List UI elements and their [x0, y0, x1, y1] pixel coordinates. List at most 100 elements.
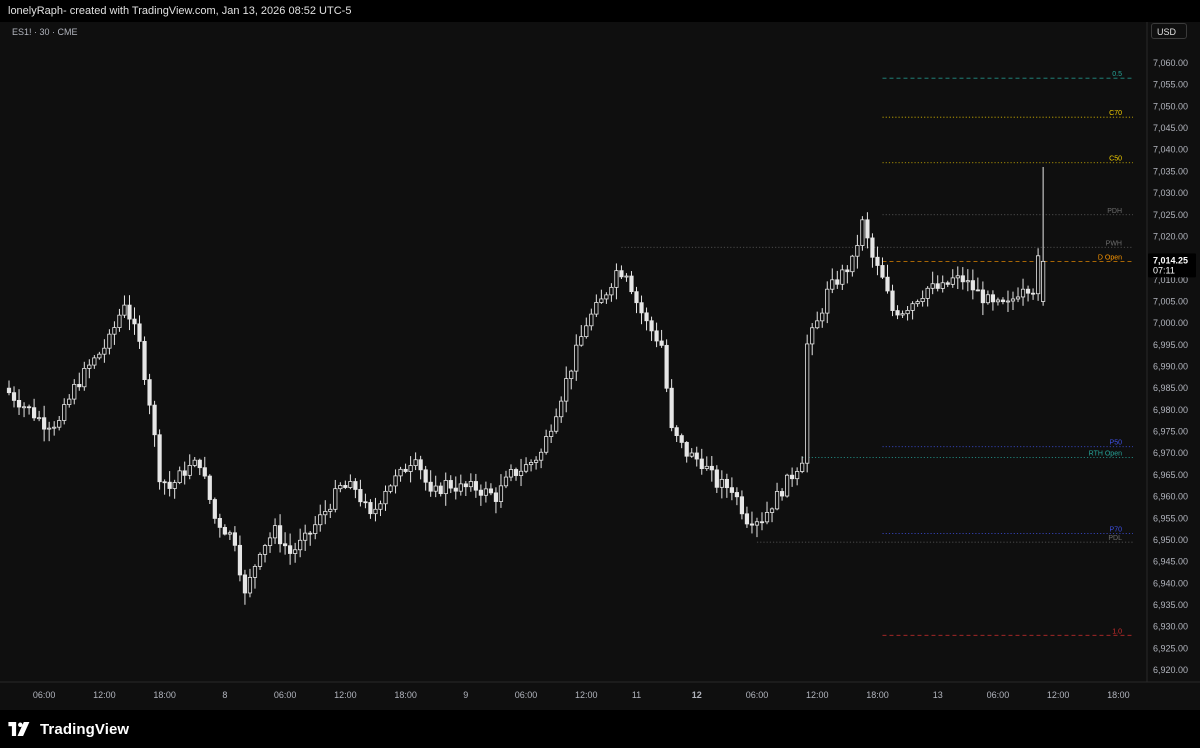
candle	[503, 470, 509, 489]
candle	[483, 481, 489, 503]
candle-body	[62, 404, 67, 421]
candle-body	[57, 420, 62, 428]
candle	[734, 487, 740, 506]
candle	[880, 257, 885, 279]
candle-body	[990, 294, 996, 303]
candle-body	[669, 387, 674, 429]
price-tick-label: 7,035.00	[1153, 166, 1188, 176]
candle-body	[850, 255, 855, 273]
candle-body	[438, 485, 443, 495]
candlestick-chart[interactable]: 0.5 C70 C50 PDH PWH D Open P50 RTH Open P70 PDL 1.…	[0, 22, 1200, 710]
candle-body	[714, 469, 719, 488]
candle	[37, 410, 42, 422]
candle	[654, 322, 659, 348]
candle	[1025, 285, 1031, 302]
candle	[779, 488, 785, 501]
candle	[559, 396, 564, 423]
candle-body	[639, 302, 644, 314]
candle-body	[699, 458, 704, 469]
candle	[468, 473, 473, 492]
candle	[21, 402, 27, 418]
candle	[679, 433, 684, 449]
candle	[724, 473, 729, 498]
candle-body	[67, 398, 72, 405]
symbol-label[interactable]: ES1! · 30 · CME	[12, 27, 78, 37]
candle-body	[353, 481, 358, 490]
price-tick-label: 6,985.00	[1153, 383, 1188, 393]
candle	[619, 265, 624, 280]
level-label: D Open	[1098, 254, 1122, 261]
candle-body	[267, 537, 273, 546]
candle-body	[162, 481, 167, 484]
candle	[805, 334, 810, 473]
candle	[820, 308, 825, 328]
candle	[915, 299, 920, 307]
candle	[127, 295, 132, 331]
candle	[674, 425, 679, 443]
candle	[960, 267, 965, 290]
candle	[132, 307, 137, 335]
candle	[930, 271, 935, 295]
candle	[945, 280, 950, 288]
candle-body	[458, 483, 463, 492]
candle	[518, 458, 524, 487]
candle	[649, 316, 654, 341]
candle-body	[222, 527, 227, 535]
candle	[975, 277, 980, 292]
candle	[82, 361, 87, 391]
candle	[62, 398, 67, 425]
candle	[870, 233, 875, 268]
candle	[900, 310, 905, 318]
candle	[704, 456, 709, 471]
candle-body	[122, 304, 127, 316]
candle-body	[870, 237, 875, 258]
candle-body	[774, 491, 780, 510]
candle-body	[293, 549, 298, 554]
candle	[463, 481, 468, 497]
price-tick-label: 6,925.00	[1153, 643, 1188, 653]
candle	[318, 504, 323, 532]
candle-body	[539, 451, 544, 461]
candle-body	[47, 427, 52, 430]
price-tick-label: 6,980.00	[1153, 405, 1188, 415]
candle-body	[182, 470, 187, 476]
price-tick-label: 7,060.00	[1153, 58, 1188, 68]
candle	[729, 477, 734, 501]
candle	[202, 456, 207, 480]
candle	[383, 485, 388, 511]
candle-body	[739, 496, 745, 515]
candle-body	[930, 283, 935, 289]
candle-body	[880, 265, 885, 278]
candle-body	[925, 287, 930, 299]
candle-body	[734, 492, 740, 498]
time-tick-label: 06:00	[746, 690, 769, 700]
candle-body	[303, 532, 308, 541]
price-tick-label: 6,930.00	[1153, 622, 1188, 632]
candle	[338, 482, 343, 493]
candle-body	[16, 400, 22, 408]
candle	[744, 506, 750, 528]
time-axis[interactable]: 06:00 12:00 18:00 8 06:00 12:00 18:00 9 06:00 12:…	[0, 681, 1200, 710]
candle	[669, 379, 674, 432]
candle-body	[920, 298, 925, 303]
currency-button[interactable]: USD	[1151, 23, 1187, 39]
candle-body	[72, 383, 77, 400]
tradingview-brand[interactable]: TradingView	[8, 719, 129, 739]
price-tick-label: 7,030.00	[1153, 188, 1188, 198]
candle	[478, 484, 483, 506]
candle	[67, 394, 72, 408]
candle	[1015, 287, 1021, 303]
candle-body	[348, 481, 353, 488]
price-axis[interactable]: 7,060.00 7,055.00 7,050.00 7,045.00 7,040.00…	[1146, 22, 1200, 710]
candle-body	[704, 465, 709, 469]
level-label: C50	[1109, 156, 1122, 163]
candle-body	[604, 294, 609, 300]
candle	[408, 456, 413, 483]
candle	[353, 478, 358, 499]
candle-body	[112, 327, 117, 335]
candle-body	[549, 430, 554, 437]
chart-area[interactable]: 0.5 C70 C50 PDH PWH D Open P50 RTH Open P70 PDL 1.…	[0, 22, 1200, 710]
candle	[423, 465, 428, 491]
candle-body	[257, 553, 263, 567]
price-tick-label: 6,990.00	[1153, 362, 1188, 372]
